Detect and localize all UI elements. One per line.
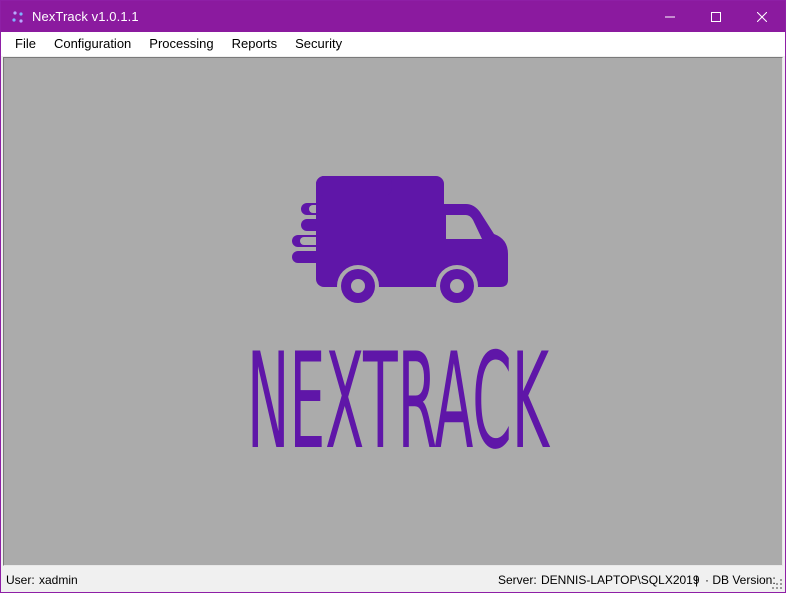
close-icon [757,11,767,22]
status-server-label: Server: [498,573,537,587]
menu-reports[interactable]: Reports [223,32,287,56]
nextrack-logo: NEXTRACK [247,176,550,479]
title-bar[interactable]: NexTrack v1.0.1.1 [1,1,785,32]
app-icon [10,9,26,25]
status-separator: | [695,573,699,587]
status-bar: User: xadmin Server: DENNIS-LAPTOP\SQLX2… [1,568,785,592]
menu-security[interactable]: Security [286,32,351,56]
menu-file[interactable]: File [1,32,45,56]
maximize-button[interactable] [693,1,739,32]
minimize-button[interactable] [647,1,693,32]
app-window: NexTrack v1.0.1.1 File Configuration Pro… [0,0,786,593]
status-server-value: DENNIS-LAPTOP\SQLX2019 [541,573,700,587]
menu-configuration[interactable]: Configuration [45,32,140,56]
minimize-icon [665,16,675,17]
mdi-client-area: NEXTRACK [3,57,783,566]
window-controls [647,1,785,32]
delivery-truck-icon [292,176,508,307]
status-db-version-label: · DB Version: [705,573,776,587]
logo-wordmark: NEXTRACK [247,325,550,479]
status-user-label: User: [6,573,35,587]
close-button[interactable] [739,1,785,32]
status-user-value: xadmin [39,573,78,587]
window-title: NexTrack v1.0.1.1 [32,9,139,24]
resize-grip-icon[interactable] [771,578,783,590]
menu-bar: File Configuration Processing Reports Se… [1,32,785,56]
menu-processing[interactable]: Processing [140,32,222,56]
maximize-icon [711,11,721,22]
